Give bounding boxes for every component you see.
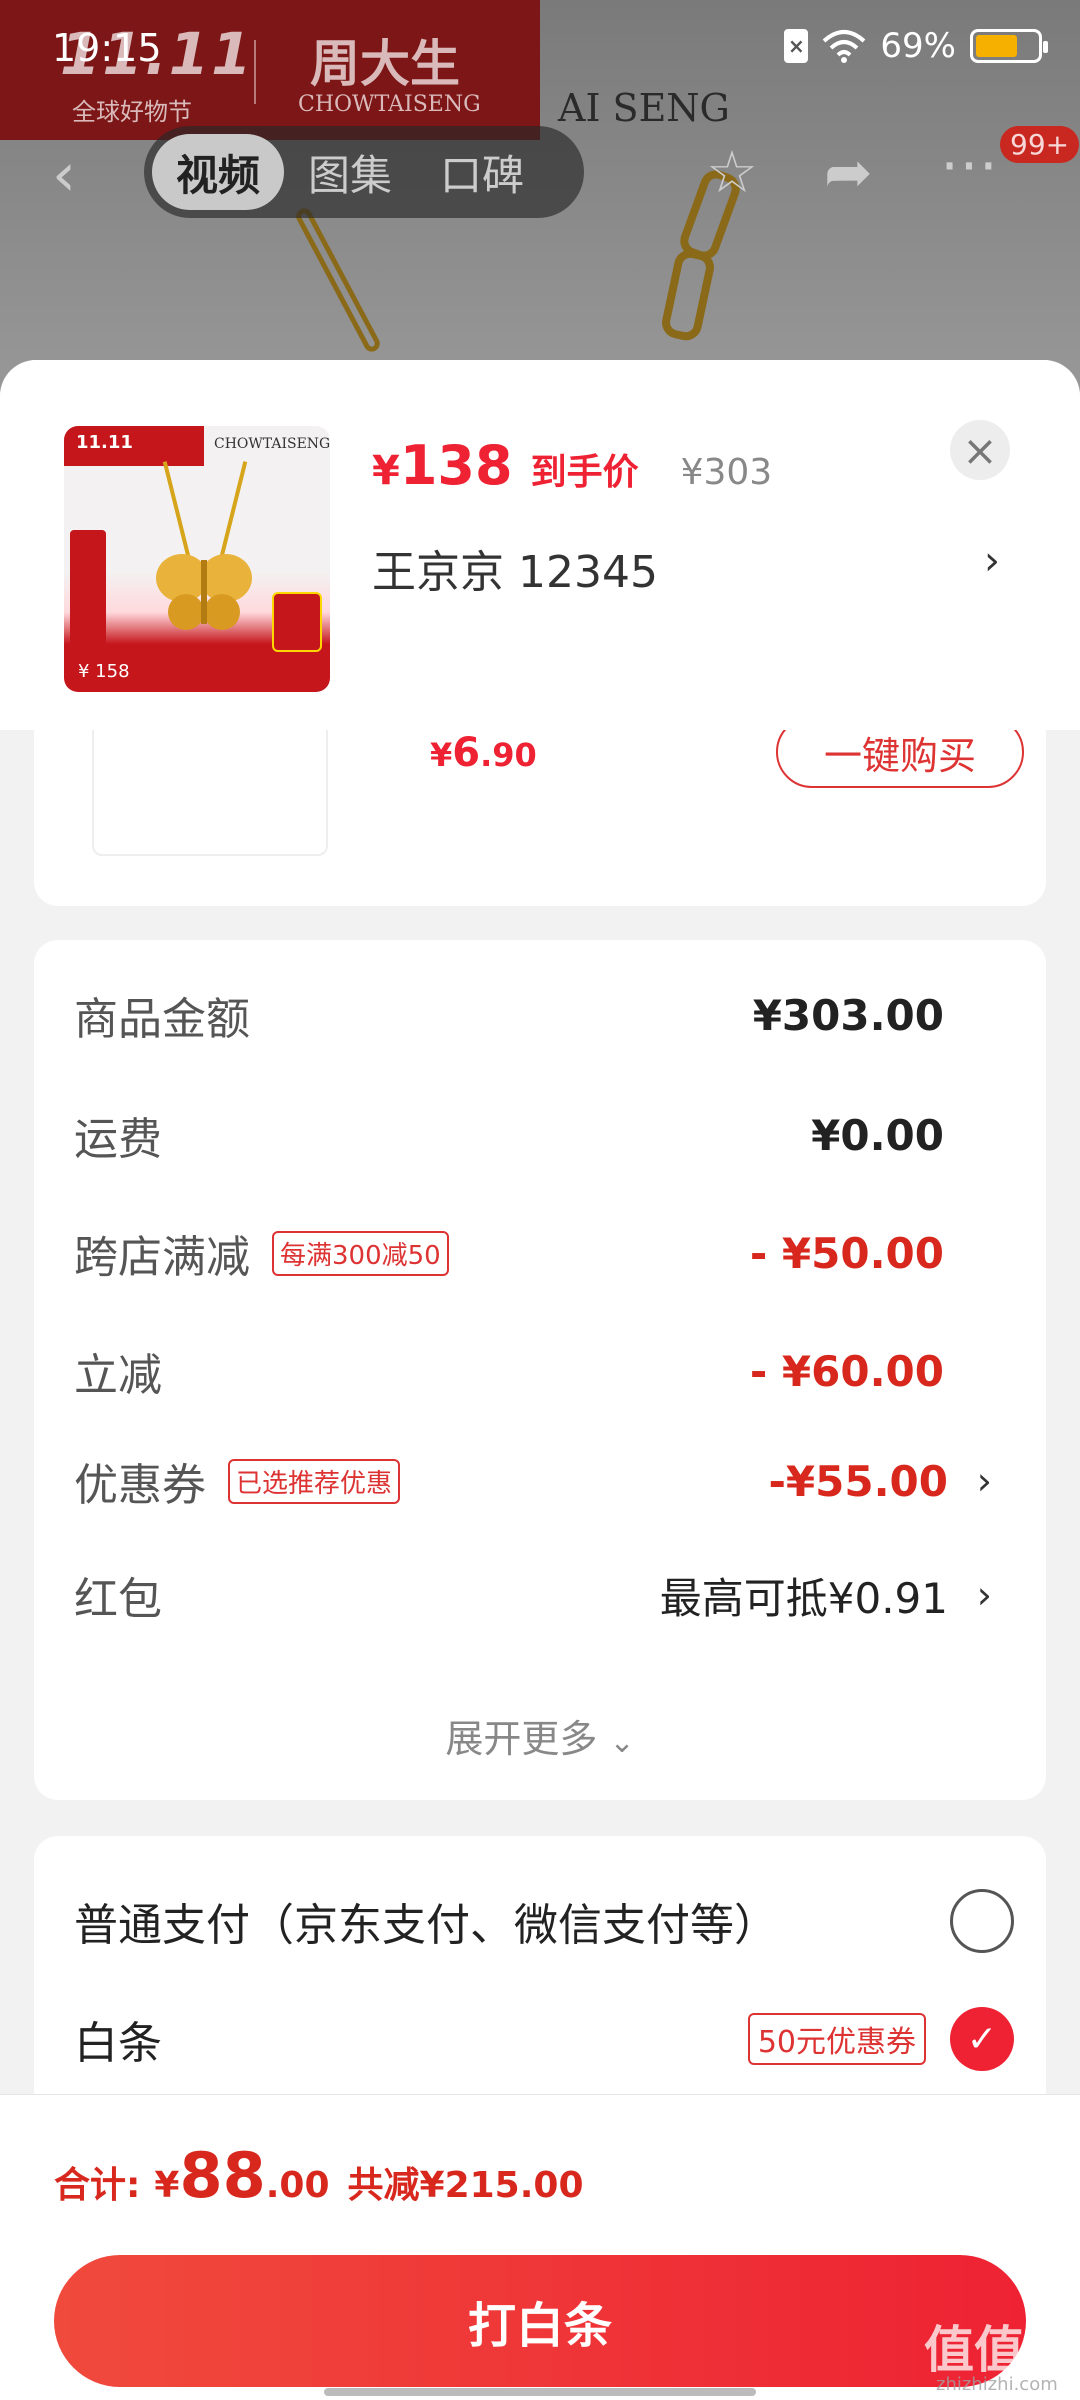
back-arrow-icon[interactable]: ‹ (52, 140, 112, 210)
product-thumbnail[interactable]: 11.11 CHOWTAISENG ¥ 158 (64, 426, 330, 692)
original-price: ¥303 (680, 452, 773, 493)
battery-icon (970, 29, 1048, 63)
goods-amount: ¥303.00 (752, 990, 944, 1040)
coupon-tag: 已选推荐优惠 (228, 1458, 401, 1504)
status-bar: 19:15 × 69% (0, 0, 1080, 100)
price-row: ¥ 138 到手价 ¥303 (372, 434, 772, 497)
total-amount: 88 (179, 2139, 266, 2212)
product-card-partial: ¥6.90 一键购买 (34, 716, 1046, 906)
thumb-brand: CHOWTAISENG (214, 436, 330, 452)
star-favorite-icon[interactable]: ☆ (706, 138, 758, 206)
watermark-logo: 值值值 (924, 2321, 1074, 2379)
media-tabs: 视频 图集 口碑 (144, 126, 584, 218)
chevron-down-icon: ⌄ (609, 1725, 635, 1760)
necklace-chain-link (659, 246, 717, 344)
sheet-header: 11.11 CHOWTAISENG ¥ 158 ¥ 138 到手价 ¥303 王… (0, 360, 1080, 730)
expand-more-link[interactable]: 展开更多 ⌄ (34, 1708, 1046, 1763)
final-price-label: 到手价 (530, 452, 639, 493)
no-sim-icon: × (784, 29, 809, 63)
payment-option-baitiao[interactable]: 白条 50元优惠券 ✓ (74, 1994, 1014, 2084)
breakdown-row-red-packet[interactable]: 红包 最高可抵¥0.91 › (74, 1560, 992, 1630)
payment-option-normal[interactable]: 普通支付（京东支付、微信支付等） (74, 1876, 1014, 1966)
radio-unchecked[interactable] (950, 1889, 1014, 1953)
total-label: 合计: (54, 2165, 141, 2206)
checkmark-icon[interactable]: ✓ (950, 2007, 1014, 2071)
battery-percent: 69% (880, 26, 956, 66)
payment-method-card: 普通支付（京东支付、微信支付等） 白条 50元优惠券 ✓ (34, 1836, 1046, 2136)
tab-gallery[interactable]: 图集 (284, 134, 416, 210)
breakdown-row-coupon[interactable]: 优惠券 已选推荐优惠 -¥55.00 › (74, 1446, 992, 1516)
cross-store-discount: - ¥50.00 (749, 1228, 944, 1278)
total-decimal: .00 (265, 2165, 330, 2206)
partial-product-price: ¥6.90 (430, 730, 537, 776)
price-currency: ¥ (372, 448, 400, 494)
instant-discount: - ¥60.00 (749, 1346, 944, 1396)
chevron-right-icon[interactable]: › (984, 538, 1000, 584)
checkout-footer: 合计: ¥ 88 .00 共减¥215.00 打白条 (0, 2094, 1080, 2400)
thumb-side-panel (70, 530, 106, 650)
total-row: 合计: ¥ 88 .00 共减¥215.00 (54, 2139, 584, 2212)
breakdown-row-instant: 立减 - ¥60.00 (74, 1346, 944, 1402)
butterfly-pendant-icon (156, 554, 252, 630)
breakdown-row-shipping: 运费 ¥0.00 (74, 1110, 944, 1166)
thumb-promo-strip: 11.11 (64, 426, 204, 466)
tab-reviews[interactable]: 口碑 (416, 134, 548, 210)
baitiao-coupon-tag: 50元优惠券 (747, 2013, 926, 2065)
status-time: 19:15 (52, 26, 162, 70)
wifi-icon (823, 30, 866, 63)
pay-baitiao-button[interactable]: 打白条 (54, 2255, 1026, 2387)
necklace-chain-link (293, 205, 383, 355)
notification-badge: 99+ (1000, 126, 1080, 163)
close-icon[interactable]: × (950, 420, 1010, 480)
thumb-promo-badge (272, 592, 322, 652)
breakdown-row-goods: 商品金额 ¥303.00 (74, 990, 944, 1046)
share-arrow-icon[interactable]: ➦ (824, 138, 873, 206)
tab-video[interactable]: 视频 (152, 134, 285, 210)
partial-product-thumb (92, 720, 328, 856)
total-saved: 共减¥215.00 (347, 2165, 584, 2206)
breakdown-row-cross-store: 跨店满减 每满300减50 - ¥50.00 (74, 1228, 944, 1284)
cross-store-tag: 每满300减50 (272, 1230, 449, 1276)
coupon-discount: -¥55.00 (768, 1456, 948, 1506)
more-dots-icon[interactable]: ⋯ (940, 130, 998, 198)
thumb-price-tag: ¥ 158 (78, 661, 130, 682)
home-indicator[interactable] (324, 2388, 756, 2396)
chevron-right-icon[interactable]: › (977, 1459, 992, 1503)
price-breakdown-card: 商品金额 ¥303.00 运费 ¥0.00 跨店满减 每满300减50 - ¥5… (34, 940, 1046, 1800)
address-user-line[interactable]: 王京京 12345 (372, 536, 658, 600)
total-currency: ¥ (154, 2165, 180, 2206)
status-icons: × 69% (784, 26, 1048, 66)
chevron-right-icon[interactable]: › (977, 1573, 992, 1617)
shipping-amount: ¥0.00 (811, 1110, 944, 1160)
red-packet-value: 最高可抵¥0.91 (659, 1573, 948, 1623)
watermark-url: zhizhizhi.com (936, 2374, 1058, 2395)
final-price: 138 (399, 434, 513, 497)
